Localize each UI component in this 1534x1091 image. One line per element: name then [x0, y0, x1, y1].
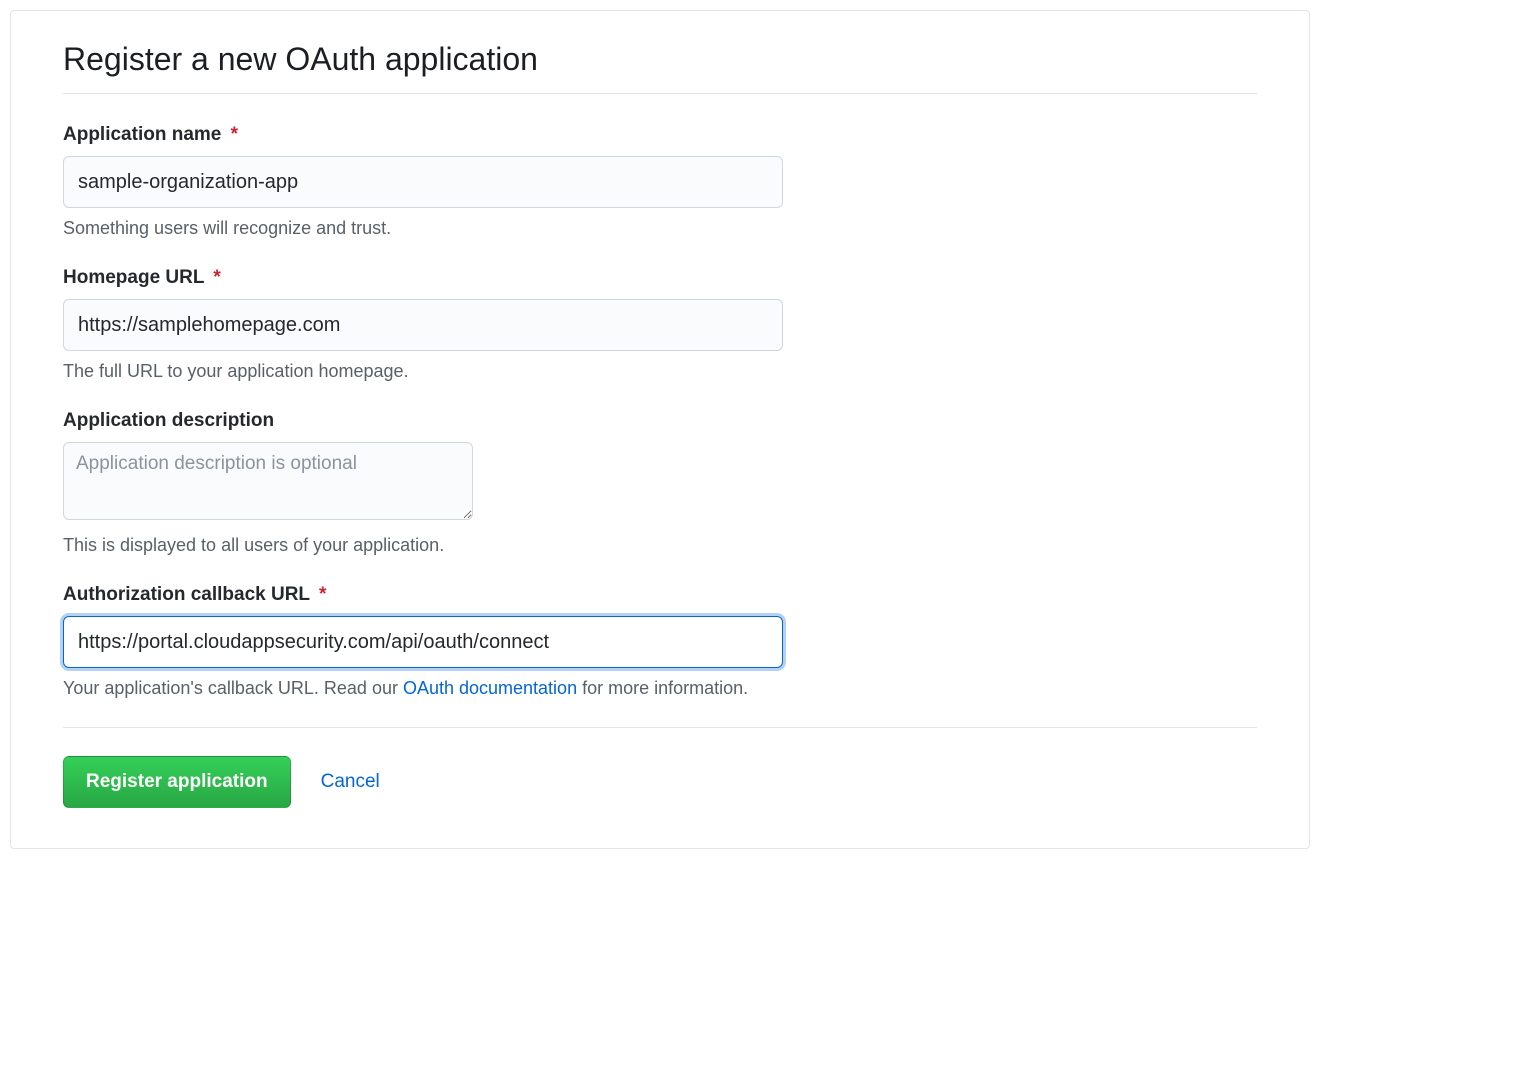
application-name-input[interactable] [63, 156, 783, 208]
callback-url-help: Your application's callback URL. Read ou… [63, 678, 823, 699]
callback-url-label: Authorization callback URL * [63, 584, 823, 606]
help-suffix: for more information. [577, 678, 748, 698]
required-asterisk: * [213, 267, 220, 288]
field-application-name: Application name * Something users will … [63, 124, 823, 239]
callback-url-input[interactable] [63, 616, 783, 668]
label-text: Authorization callback URL [63, 584, 310, 605]
register-application-button[interactable]: Register application [63, 756, 291, 808]
application-description-label: Application description [63, 410, 823, 432]
oauth-register-form: Register a new OAuth application Applica… [10, 10, 1310, 849]
required-asterisk: * [319, 584, 326, 605]
help-prefix: Your application's callback URL. Read ou… [63, 678, 403, 698]
application-description-help: This is displayed to all users of your a… [63, 535, 823, 556]
form-actions: Register application Cancel [63, 756, 1257, 808]
homepage-url-input[interactable] [63, 299, 783, 351]
field-homepage-url: Homepage URL * The full URL to your appl… [63, 267, 823, 382]
field-callback-url: Authorization callback URL * Your applic… [63, 584, 823, 699]
required-asterisk: * [231, 124, 238, 145]
homepage-url-label: Homepage URL * [63, 267, 823, 289]
label-text: Homepage URL [63, 267, 204, 288]
cancel-button[interactable]: Cancel [321, 771, 380, 793]
application-name-help: Something users will recognize and trust… [63, 218, 823, 239]
label-text: Application name [63, 124, 221, 145]
oauth-documentation-link[interactable]: OAuth documentation [403, 678, 577, 698]
divider [63, 727, 1257, 728]
application-description-input[interactable] [63, 442, 473, 520]
page-title: Register a new OAuth application [63, 41, 1257, 94]
application-name-label: Application name * [63, 124, 823, 146]
homepage-url-help: The full URL to your application homepag… [63, 361, 823, 382]
field-application-description: Application description This is displaye… [63, 410, 823, 556]
